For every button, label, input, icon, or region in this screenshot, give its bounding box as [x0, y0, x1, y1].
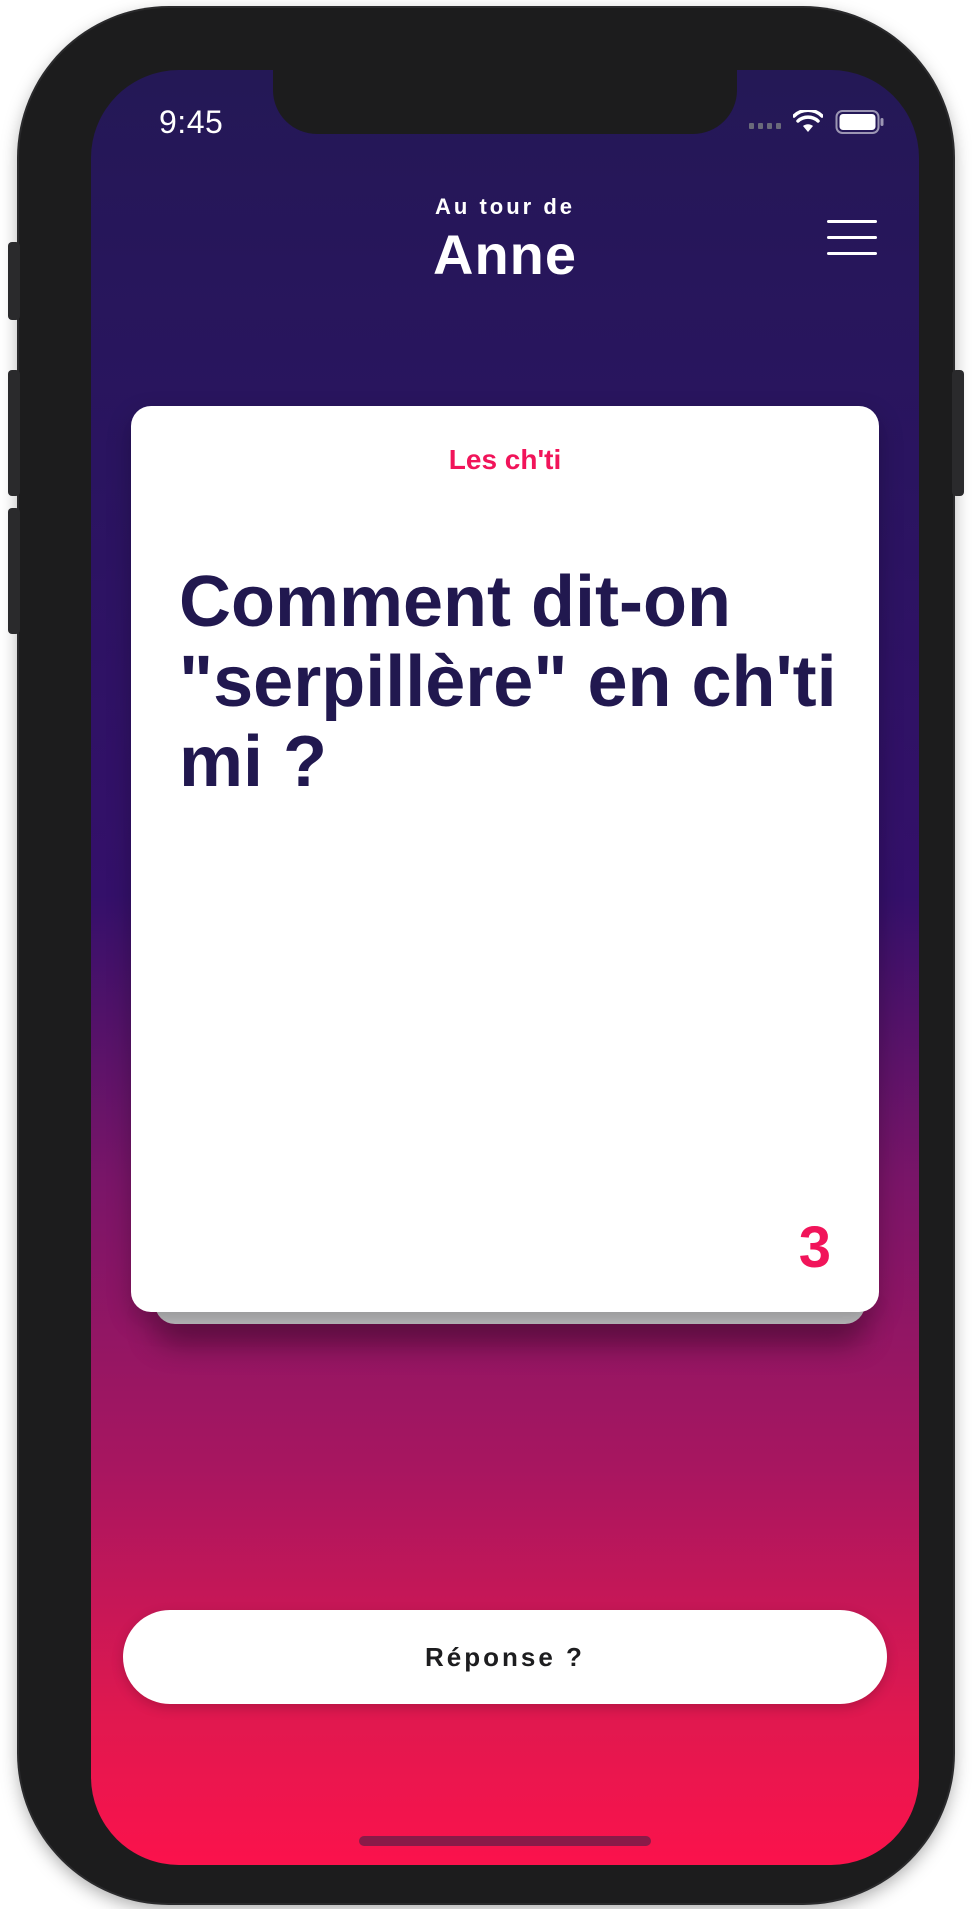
- card-question: Comment dit-on "serpillère" en ch'ti mi …: [179, 562, 837, 802]
- turn-label: Au tour de: [435, 194, 575, 219]
- answer-button[interactable]: Réponse ?: [123, 1610, 887, 1704]
- silent-switch: [8, 242, 20, 320]
- phone-frame: 9:45 Au tour de Anne Les ch'ti Comment d…: [19, 8, 953, 1903]
- cellular-signal-icon: [749, 115, 781, 129]
- card-category: Les ch'ti: [448, 444, 562, 475]
- menu-button[interactable]: [827, 218, 877, 258]
- question-card[interactable]: Les ch'ti Comment dit-on "serpillère" en…: [131, 406, 879, 1312]
- volume-up-button: [8, 370, 20, 496]
- wifi-icon: [793, 110, 823, 132]
- power-button: [952, 370, 964, 496]
- notch: [273, 70, 737, 134]
- battery-icon: [835, 110, 884, 134]
- status-icons: [749, 108, 885, 136]
- volume-down-button: [8, 508, 20, 634]
- card-number: 3: [798, 1215, 831, 1280]
- player-name: Anne: [433, 223, 577, 286]
- app-screen: 9:45 Au tour de Anne Les ch'ti Comment d…: [91, 70, 919, 1865]
- status-time: 9:45: [159, 104, 224, 140]
- home-indicator[interactable]: [359, 1836, 651, 1846]
